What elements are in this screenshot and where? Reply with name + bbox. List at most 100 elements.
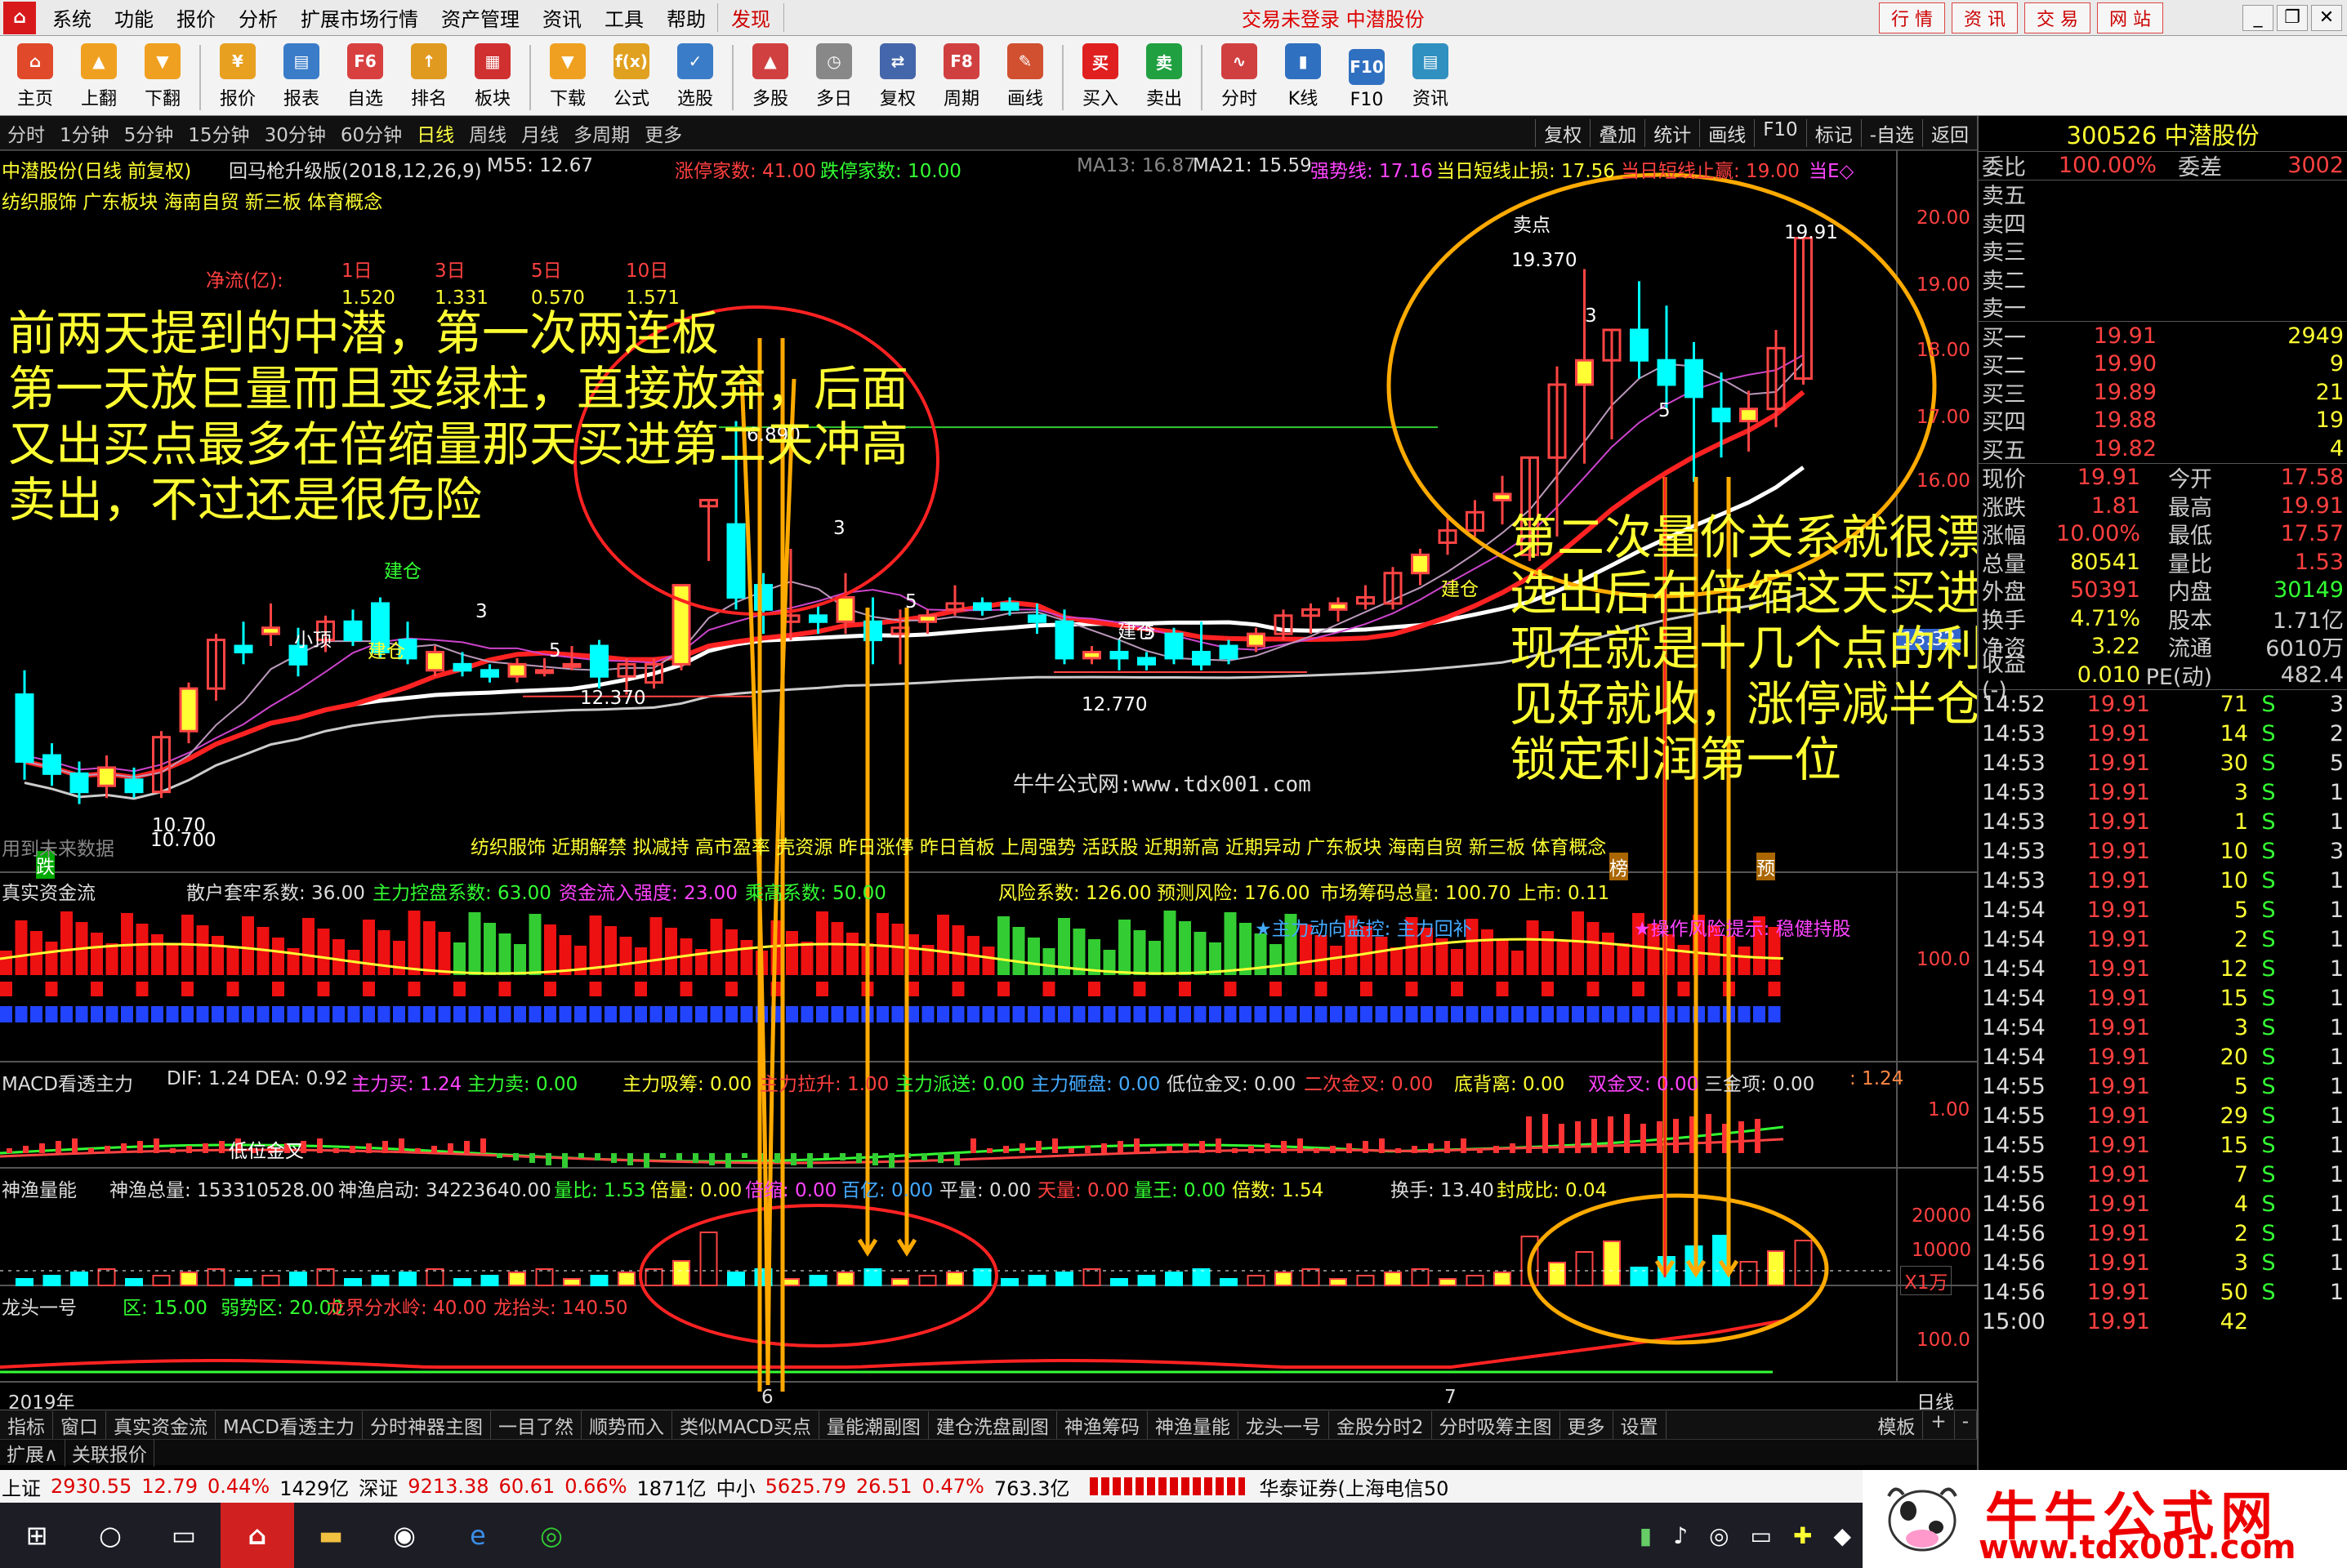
- toolbar-button-14[interactable]: F8 周期: [930, 40, 993, 115]
- toolbar-button-5[interactable]: F6 自选: [333, 40, 397, 115]
- candle[interactable]: [1383, 567, 1403, 610]
- bid-row[interactable]: 买四 19.88 19: [1979, 407, 2347, 435]
- indicator-tab-6[interactable]: 顺势而入: [582, 1410, 672, 1439]
- period-6[interactable]: 日线: [409, 119, 462, 147]
- period-tool-2[interactable]: 统计: [1644, 118, 1699, 147]
- indicator-tab-13[interactable]: 金股分时2: [1329, 1410, 1432, 1439]
- tab-website[interactable]: 网 站: [2097, 2, 2163, 33]
- period-tool-1[interactable]: 叠加: [1590, 118, 1644, 147]
- template-control-2[interactable]: -: [1955, 1410, 1977, 1439]
- tab-news[interactable]: 资 讯: [1952, 2, 2018, 33]
- indicator-tab-5[interactable]: 一目了然: [491, 1410, 582, 1439]
- wechat-tray-icon[interactable]: ◎: [1709, 1522, 1729, 1549]
- indicator-tab-3[interactable]: MACD看透主力: [216, 1410, 363, 1439]
- menu-quote[interactable]: 报价: [165, 3, 227, 32]
- indicator-tab-9[interactable]: 建仓洗盘副图: [929, 1410, 1057, 1439]
- toolbar-button-1[interactable]: ▲ 上翻: [67, 40, 131, 115]
- candle[interactable]: [1493, 475, 1512, 525]
- period-0[interactable]: 分时: [0, 119, 52, 147]
- indicator-tab-15[interactable]: 更多: [1560, 1410, 1613, 1439]
- candle[interactable]: [1602, 328, 1622, 439]
- indicator-tab-11[interactable]: 神渔量能: [1148, 1410, 1238, 1439]
- candle[interactable]: [207, 634, 225, 702]
- sz-index-name[interactable]: 深证: [359, 1472, 398, 1501]
- search-icon[interactable]: ○: [74, 1503, 147, 1568]
- period-2[interactable]: 5分钟: [117, 119, 181, 147]
- toolbar-button-10[interactable]: ✓ 选股: [663, 40, 727, 115]
- tab-market[interactable]: 行 情: [1879, 2, 1945, 33]
- indicator-tab-2[interactable]: 真实资金流: [106, 1410, 216, 1439]
- menu-system[interactable]: 系统: [41, 3, 103, 32]
- indicator-tab-12[interactable]: 龙头一号: [1238, 1410, 1329, 1439]
- candle[interactable]: [1630, 281, 1649, 379]
- task-view-icon[interactable]: ▭: [147, 1503, 221, 1568]
- period-tool-5[interactable]: 标记: [1805, 118, 1861, 147]
- ask-row[interactable]: 卖二: [1979, 265, 2347, 294]
- candle[interactable]: [507, 657, 527, 683]
- toolbar-button-3[interactable]: ¥ 报价: [206, 40, 270, 115]
- zx-index-name[interactable]: 中小: [716, 1472, 756, 1501]
- template-control-1[interactable]: +: [1923, 1410, 1955, 1439]
- indicator-tab-7[interactable]: 类似MACD买点: [672, 1410, 819, 1439]
- tick-list[interactable]: 14:52 19.91 71 S 3 14:53 19.91 14 S 2 14:53 19.91 30…: [1979, 690, 2347, 1337]
- toolbar-button-16[interactable]: 买买入: [1069, 40, 1132, 115]
- candle[interactable]: [1082, 646, 1101, 665]
- indicator-tab-14[interactable]: 分时吸筹主图: [1432, 1410, 1560, 1439]
- period-1[interactable]: 1分钟: [52, 119, 117, 147]
- volume-icon[interactable]: ♪: [1673, 1522, 1688, 1549]
- toolbar-button-18[interactable]: ∿ 分时: [1207, 40, 1271, 115]
- toolbar-button-9[interactable]: f(x) 公式: [600, 40, 663, 115]
- ask-row[interactable]: 卖四: [1979, 208, 2347, 238]
- menu-extended-market[interactable]: 扩展市场行情: [289, 3, 430, 32]
- battery-icon[interactable]: ▮: [1640, 1522, 1652, 1549]
- toolbar-button-13[interactable]: ⇄ 复权: [866, 40, 930, 115]
- chart-area[interactable]: 中潜股份(日线 前复权) 回马枪升级版(2018,12,26,9) M55: 1…: [0, 150, 2126, 1414]
- candle[interactable]: [1137, 652, 1156, 670]
- period-5[interactable]: 60分钟: [333, 119, 409, 147]
- shield-icon[interactable]: ◆: [1833, 1522, 1851, 1549]
- bid-row[interactable]: 买一 19.91 2949: [1979, 322, 2347, 351]
- candle[interactable]: [1192, 621, 1211, 670]
- candle[interactable]: [590, 639, 609, 689]
- camera-icon[interactable]: ◉: [368, 1503, 441, 1568]
- candle[interactable]: [1794, 237, 1813, 385]
- candle[interactable]: [1411, 548, 1430, 586]
- period-4[interactable]: 30分钟: [257, 119, 333, 147]
- period-9[interactable]: 多周期: [566, 119, 637, 147]
- bid-row[interactable]: 买五 19.82 4: [1979, 434, 2347, 464]
- period-tool-4[interactable]: F10: [1754, 118, 1806, 147]
- ask-row[interactable]: 卖三: [1979, 237, 2347, 265]
- toolbar-button-12[interactable]: ◷ 多日: [802, 40, 866, 115]
- toolbar-button-0[interactable]: ⌂ 主页: [3, 40, 67, 115]
- bid-row[interactable]: 买三 19.89 21: [1979, 378, 2347, 408]
- menu-help[interactable]: 帮助: [655, 3, 717, 32]
- candle[interactable]: [1739, 390, 1758, 452]
- candle[interactable]: [261, 603, 280, 647]
- candle[interactable]: [1164, 627, 1184, 665]
- candle[interactable]: [1466, 500, 1484, 537]
- toolbar-button-17[interactable]: 卖卖出: [1132, 40, 1196, 115]
- indicator-tab-4[interactable]: 分时神器主图: [363, 1410, 491, 1439]
- toolbar-button-2[interactable]: ▼ 下翻: [131, 40, 194, 115]
- toolbar-button-6[interactable]: ↑ 排名: [397, 40, 461, 115]
- toolbar-button-11[interactable]: ▲ 多股: [738, 40, 802, 115]
- menu-discover[interactable]: 发现: [717, 3, 784, 32]
- candle[interactable]: [973, 597, 992, 616]
- candle[interactable]: [42, 743, 61, 786]
- period-tool-3[interactable]: 画线: [1699, 118, 1754, 147]
- indicator-tab-0[interactable]: 指标: [0, 1410, 53, 1439]
- candle[interactable]: [97, 755, 116, 799]
- ask-row[interactable]: 卖一: [1979, 293, 2347, 322]
- period-tool-7[interactable]: 返回: [1922, 118, 1977, 147]
- period-8[interactable]: 月线: [514, 119, 566, 147]
- toolbar-button-19[interactable]: ▮ K线: [1271, 40, 1335, 115]
- file-explorer-icon[interactable]: ▬: [294, 1503, 368, 1568]
- tab-trade[interactable]: 交 易: [2024, 2, 2090, 33]
- template-control-0[interactable]: 模板: [1870, 1410, 1924, 1439]
- toolbar-button-4[interactable]: ▤ 报表: [270, 40, 333, 115]
- toolbar-button-21[interactable]: ▤ 资讯: [1399, 40, 1462, 115]
- toolbar-button-8[interactable]: ▼ 下载: [536, 40, 600, 115]
- candle[interactable]: [179, 682, 199, 744]
- edge-browser-icon[interactable]: e: [441, 1503, 515, 1568]
- period-tool-0[interactable]: 复权: [1535, 118, 1590, 147]
